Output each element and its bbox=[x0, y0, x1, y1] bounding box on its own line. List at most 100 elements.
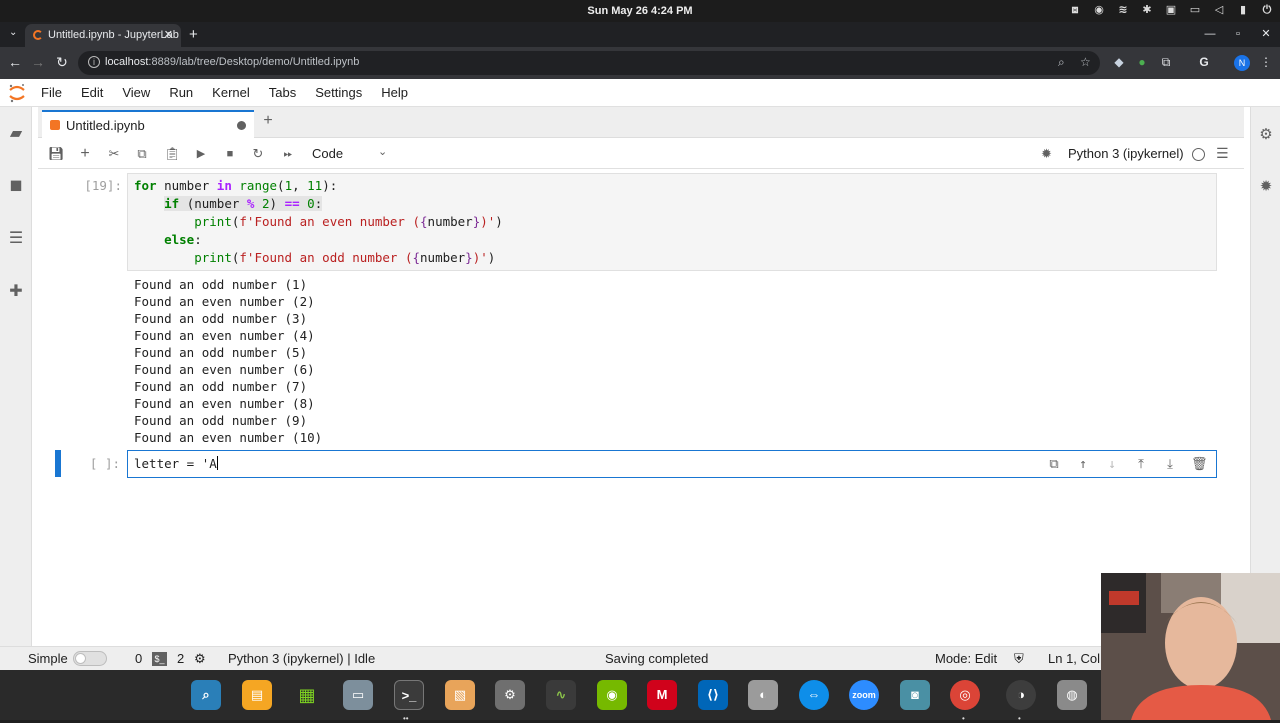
restart-icon[interactable]: ↻ bbox=[250, 146, 266, 162]
webcam-overlay bbox=[1101, 573, 1280, 720]
teamviewer-app-icon[interactable]: ⇔ bbox=[799, 680, 829, 710]
file-browser-icon[interactable]: ▰ bbox=[7, 125, 25, 143]
address-bar[interactable]: i localhost:8889/lab/tree/Desktop/demo/U… bbox=[78, 51, 1100, 75]
terminal-icon[interactable]: $_ bbox=[152, 652, 167, 666]
archive-app-icon[interactable]: ▧ bbox=[445, 680, 475, 710]
search-app-icon[interactable]: ⌕ bbox=[191, 680, 221, 710]
image-viewer-app-icon[interactable]: ◐ bbox=[748, 680, 778, 710]
files-manager-app-icon[interactable]: ▤ bbox=[242, 680, 272, 710]
menu-kernel[interactable]: Kernel bbox=[212, 85, 250, 100]
site-info-icon[interactable]: i bbox=[88, 56, 100, 68]
folder-app-icon[interactable]: ▭ bbox=[343, 680, 373, 710]
menu-file[interactable]: File bbox=[41, 85, 62, 100]
kernel-count[interactable]: 2 bbox=[177, 651, 184, 666]
nvidia-app-icon[interactable]: ◉ bbox=[597, 680, 627, 710]
screenshot-app-icon[interactable]: ◙ bbox=[900, 680, 930, 710]
menu-run[interactable]: Run bbox=[169, 85, 193, 100]
forward-icon[interactable]: → bbox=[29, 54, 47, 70]
active-code-cell-input[interactable]: letter = 'A ⧉ ↑ ↓ ⤒ ⤓ 🗑︎ bbox=[127, 450, 1217, 478]
tab-search-icon[interactable]: ⌄ bbox=[9, 27, 17, 38]
vscode-app-icon[interactable]: ⟨⟩ bbox=[698, 680, 728, 710]
menu-bar: File Edit View Run Kernel Tabs Settings … bbox=[0, 79, 1280, 107]
extension-grammarly-icon[interactable]: ● bbox=[1134, 55, 1150, 69]
insert-cell-icon[interactable]: + bbox=[77, 146, 93, 162]
minimize-icon[interactable]: — bbox=[1196, 22, 1224, 47]
notebook-icon bbox=[50, 120, 60, 130]
close-window-icon[interactable]: ✕ bbox=[1252, 22, 1280, 47]
run-icon[interactable]: ▶ bbox=[193, 146, 209, 162]
kernel-gear-icon[interactable]: ⚙ bbox=[194, 651, 206, 667]
back-icon[interactable]: ← bbox=[6, 54, 24, 70]
browser-menu-icon[interactable]: ⋮ bbox=[1258, 55, 1274, 69]
profile-avatar[interactable]: N bbox=[1234, 55, 1250, 71]
simple-mode-toggle[interactable] bbox=[73, 651, 107, 666]
wifi-icon[interactable]: ≋ bbox=[1116, 3, 1130, 17]
chrome-app-icon[interactable]: ◎ bbox=[950, 680, 980, 710]
restart-run-all-icon[interactable]: ⏩︎ bbox=[280, 146, 296, 162]
disk-app-icon[interactable]: ◍ bbox=[1057, 680, 1087, 710]
debugger-toggle-icon[interactable]: ✹ bbox=[1041, 146, 1052, 162]
move-up-icon[interactable]: ↑ bbox=[1075, 457, 1091, 473]
system-monitor-app-icon[interactable]: ∿ bbox=[546, 680, 576, 710]
kernel-name[interactable]: Python 3 (ipykernel) bbox=[1068, 146, 1184, 161]
save-icon[interactable]: 💾︎ bbox=[48, 146, 65, 162]
debugger-icon[interactable]: ✹ bbox=[1257, 177, 1275, 195]
dropbox-icon[interactable]: ⧈ bbox=[1068, 3, 1082, 17]
record-icon[interactable]: ◉ bbox=[1092, 3, 1106, 17]
volume-icon[interactable]: ◁ bbox=[1212, 3, 1226, 17]
obs-app-icon[interactable]: ◑ bbox=[1006, 680, 1036, 710]
extensions-puzzle-icon[interactable]: ⧉ bbox=[1158, 55, 1174, 70]
settings-app-icon[interactable]: ⚙ bbox=[495, 680, 525, 710]
browser-tab-jupyter[interactable]: Untitled.ipynb - JupyterLab ✕ bbox=[25, 24, 181, 47]
extension-manager-icon[interactable]: ✚ bbox=[7, 283, 25, 301]
maximize-icon[interactable]: ▫ bbox=[1224, 22, 1252, 47]
menu-tabs[interactable]: Tabs bbox=[269, 85, 296, 100]
code-cell-input[interactable]: for number in range(1, 11): if (number %… bbox=[127, 173, 1217, 271]
power-icon[interactable]: ⏻ bbox=[1260, 3, 1274, 17]
menu-settings[interactable]: Settings bbox=[315, 85, 362, 100]
bluetooth-icon[interactable]: ✱ bbox=[1140, 3, 1154, 17]
new-tab-button[interactable]: + bbox=[189, 26, 198, 43]
zoom-lens-icon[interactable]: ⌕ bbox=[1058, 55, 1065, 70]
chat-icon[interactable]: ▣ bbox=[1164, 3, 1178, 17]
table-of-contents-icon[interactable]: ☰ bbox=[7, 230, 25, 248]
window-icon[interactable]: ▭ bbox=[1188, 3, 1202, 17]
zoom-app-icon[interactable]: zoom bbox=[849, 680, 879, 710]
kernel-status-text[interactable]: Python 3 (ipykernel) | Idle bbox=[228, 651, 375, 666]
property-menu-icon[interactable]: ☰ bbox=[1216, 145, 1229, 162]
system-tray: ⧈ ◉ ≋ ✱ ▣ ▭ ◁ ▮ ⏻ bbox=[1068, 3, 1274, 17]
menu-view[interactable]: View bbox=[122, 85, 150, 100]
property-inspector-icon[interactable]: ⚙ bbox=[1257, 125, 1275, 143]
terminal-app-icon[interactable]: >_ bbox=[394, 680, 424, 710]
copy-icon[interactable]: ⧉ bbox=[134, 146, 150, 162]
move-down-icon[interactable]: ↓ bbox=[1104, 457, 1120, 473]
terminal-count[interactable]: 0 bbox=[135, 651, 142, 666]
duplicate-cell-icon[interactable]: ⧉ bbox=[1046, 457, 1062, 473]
menu-help[interactable]: Help bbox=[381, 85, 408, 100]
notebook-tab[interactable]: Untitled.ipynb bbox=[42, 110, 254, 138]
dock: ⌕ ▤ ▦ ▭ >_ •• ▧ ⚙ ∿ ◉ M ⟨⟩ ◐ ⇔ zoom ◙ ◎ … bbox=[0, 670, 1280, 723]
app-grid-icon[interactable]: ▦ bbox=[292, 680, 322, 710]
output-line: Found an even number (2) bbox=[134, 294, 315, 309]
bookmark-star-icon[interactable]: ☆ bbox=[1080, 55, 1091, 69]
shield-icon[interactable]: ⛨ bbox=[1014, 651, 1024, 667]
paste-icon[interactable]: 📋︎ bbox=[164, 146, 181, 162]
battery-icon[interactable]: ▮ bbox=[1236, 3, 1250, 17]
reload-icon[interactable]: ↻ bbox=[53, 54, 71, 71]
running-terminals-icon[interactable]: ◼ bbox=[7, 177, 25, 195]
unsaved-dot-icon[interactable] bbox=[237, 121, 246, 130]
cell-type-select[interactable]: Code ⌄ bbox=[312, 146, 390, 161]
extension-bubble-icon[interactable]: ◆ bbox=[1111, 55, 1127, 69]
stop-icon[interactable]: ■ bbox=[222, 146, 238, 162]
cut-icon[interactable]: ✂ bbox=[106, 146, 122, 162]
cursor-position[interactable]: Ln 1, Col bbox=[1048, 651, 1100, 666]
close-tab-icon[interactable]: ✕ bbox=[164, 28, 173, 41]
mail-app-icon[interactable]: M bbox=[647, 680, 677, 710]
delete-cell-icon[interactable]: 🗑︎ bbox=[1191, 457, 1208, 473]
insert-above-icon[interactable]: ⤒ bbox=[1133, 457, 1149, 473]
menu-edit[interactable]: Edit bbox=[81, 85, 103, 100]
google-icon[interactable]: G bbox=[1196, 55, 1212, 69]
new-launcher-button[interactable]: + bbox=[258, 112, 278, 130]
output-line: Found an odd number (3) bbox=[134, 311, 308, 326]
insert-below-icon[interactable]: ⤓ bbox=[1162, 457, 1178, 473]
